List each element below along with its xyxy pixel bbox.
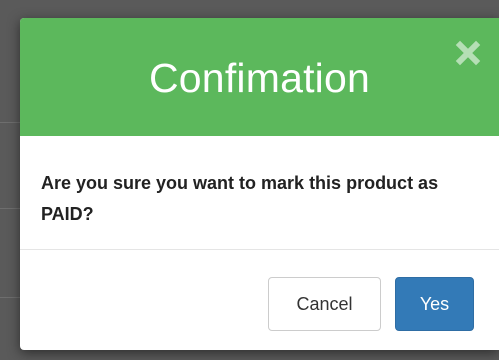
modal-header: Confimation bbox=[20, 18, 499, 136]
cancel-button[interactable]: Cancel bbox=[268, 277, 381, 331]
background-divider bbox=[0, 297, 20, 298]
modal-footer: Cancel Yes bbox=[20, 251, 499, 350]
yes-button[interactable]: Yes bbox=[395, 277, 474, 331]
confirmation-modal: Confimation Are you sure you want to mar… bbox=[20, 18, 499, 350]
background-divider bbox=[0, 208, 20, 209]
close-icon[interactable] bbox=[455, 40, 481, 66]
modal-title: Confimation bbox=[149, 54, 370, 101]
confirmation-message: Are you sure you want to mark this produ… bbox=[41, 173, 439, 224]
modal-body: Are you sure you want to mark this produ… bbox=[20, 136, 499, 250]
background-divider bbox=[0, 122, 20, 123]
